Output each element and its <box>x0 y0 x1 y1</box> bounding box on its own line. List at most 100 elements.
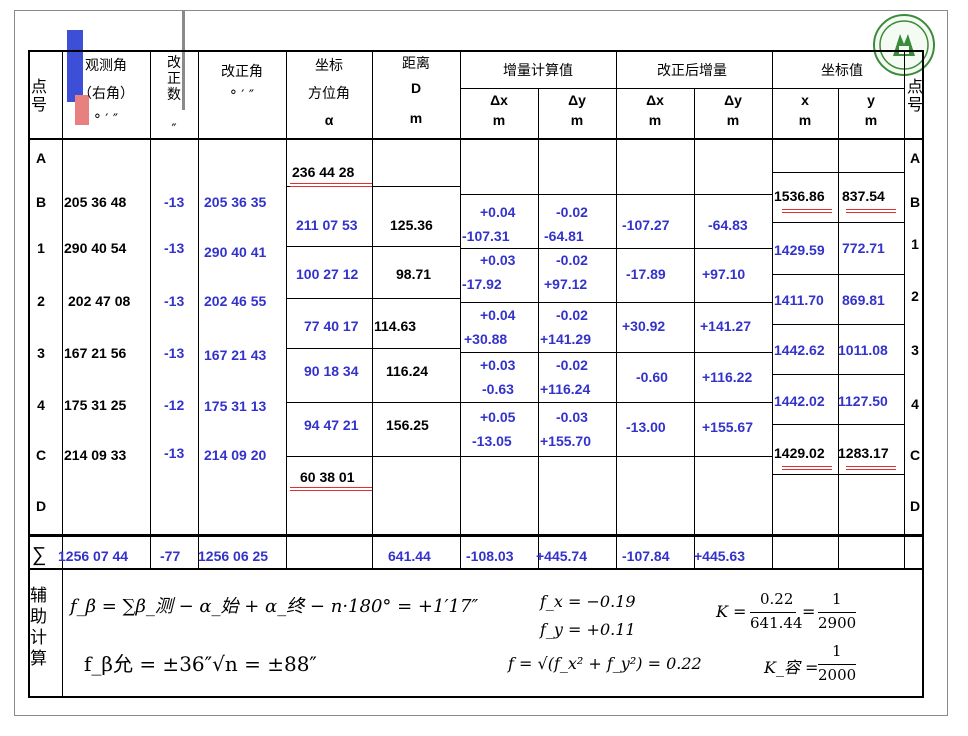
coord-x-value: 1442.62 <box>774 342 825 358</box>
total-corrected-angle: 1256 06 25 <box>198 548 269 564</box>
point-label: 1 <box>37 240 45 256</box>
total-dx: -108.03 <box>466 548 514 564</box>
correction-value: -13 <box>164 445 185 461</box>
k-numerator-2: 1 <box>832 590 842 608</box>
grid-line <box>286 348 460 349</box>
obs-angle-value: 214 09 33 <box>64 447 127 463</box>
total-correction: -77 <box>160 548 181 564</box>
grid-line <box>286 246 460 247</box>
inc-dy-value: +116.24 <box>540 381 591 397</box>
inc-dx-value: -17.92 <box>462 276 502 292</box>
header-coord-x: x <box>801 92 809 108</box>
aux-calc-label: 辅助计算 <box>30 586 47 669</box>
fraction-bar <box>818 612 856 613</box>
inc-dy-value: +141.29 <box>540 331 591 347</box>
distance-value: 98.71 <box>396 266 432 282</box>
distance-value: 125.36 <box>390 217 433 233</box>
azimuth-value: 60 38 01 <box>300 469 355 485</box>
grid-line <box>772 324 904 325</box>
corr-dx-value: +30.92 <box>622 318 666 334</box>
inc-dx-correction: +0.03 <box>480 252 516 268</box>
inc-dy-correction: -0.02 <box>556 307 588 323</box>
point-label: D <box>35 498 47 514</box>
double-underline <box>846 212 896 213</box>
grid-line <box>460 456 772 457</box>
grid-line <box>838 88 839 568</box>
point-label: 2 <box>911 288 919 304</box>
grid-line <box>28 696 924 698</box>
fraction-bar <box>750 612 796 613</box>
inc-dy-value: -64.81 <box>544 228 584 244</box>
corr-dy-value: +141.27 <box>700 318 751 334</box>
azimuth-value: 94 47 21 <box>304 417 359 433</box>
header-obs-angle-sub: （右角） <box>78 86 134 102</box>
coord-y-value: 772.71 <box>842 240 885 256</box>
corr-dy-value: +116.22 <box>702 369 753 385</box>
corr-dx-value: -13.00 <box>626 419 666 435</box>
point-label: A <box>35 150 47 166</box>
coord-x-value: 1411.70 <box>774 292 824 308</box>
header-unit-m: m <box>648 112 662 128</box>
inc-dx-correction: +0.03 <box>480 357 516 373</box>
grid-line <box>460 248 772 249</box>
header-inc-dy: Δy <box>568 92 586 108</box>
double-underline <box>846 469 896 470</box>
corr-dx-value: -0.60 <box>636 369 668 385</box>
decor-vertical-line <box>182 10 185 110</box>
header-corrected-angle: 改正角 <box>221 64 263 80</box>
total-obs-angle: 1256 07 44 <box>58 548 129 564</box>
header-inc-dx: Δx <box>490 92 508 108</box>
fy-formula: f_y = +0.11 <box>540 620 636 639</box>
corrected-angle-value: 214 09 20 <box>204 447 267 463</box>
grid-line <box>62 568 63 696</box>
grid-line <box>198 50 199 568</box>
grid-line <box>372 50 373 568</box>
azimuth-value: 100 27 12 <box>296 266 359 282</box>
fraction-bar <box>818 664 856 665</box>
inc-dx-value: -13.05 <box>472 433 512 449</box>
header-coord-y: y <box>867 92 875 108</box>
header-azimuth: 坐标 <box>315 58 343 74</box>
point-label: B <box>35 194 47 210</box>
inc-dx-value: -107.31 <box>462 228 510 244</box>
grid-line <box>904 50 905 568</box>
grid-line <box>922 50 924 696</box>
k-allow-numerator: 1 <box>832 642 842 660</box>
double-underline <box>782 209 832 210</box>
point-label: B <box>909 194 921 210</box>
equals-sign: = <box>802 602 816 621</box>
header-point: 点号 <box>30 77 47 114</box>
grid-line <box>694 88 695 568</box>
grid-line <box>460 352 772 353</box>
grid-line <box>460 88 904 89</box>
grid-line <box>538 88 539 568</box>
inc-dy-correction: -0.03 <box>556 409 588 425</box>
azimuth-value: 236 44 28 <box>292 164 355 180</box>
double-underline <box>290 183 372 184</box>
coord-y-value: 837.54 <box>842 188 885 204</box>
corr-dy-value: +155.67 <box>702 419 753 435</box>
coord-y-value: 869.81 <box>842 292 885 308</box>
distance-value: 116.24 <box>386 363 429 379</box>
grid-line <box>460 402 772 403</box>
grid-line <box>28 50 924 52</box>
corrected-angle-value: 167 21 43 <box>204 347 267 363</box>
obs-angle-value: 175 31 25 <box>64 397 127 413</box>
inc-dy-correction: -0.02 <box>556 357 588 373</box>
point-label: 2 <box>37 293 45 309</box>
k-denominator-2: 2900 <box>818 614 857 632</box>
header-azimuth-symbol: α <box>324 112 334 128</box>
header-corr-dx: Δx <box>646 92 664 108</box>
grid-line <box>286 402 460 403</box>
point-label: 3 <box>911 342 919 358</box>
corrected-angle-value: 202 46 55 <box>204 293 267 309</box>
header-coords: 坐标值 <box>821 63 863 79</box>
coord-x-value: 1536.86 <box>774 188 825 204</box>
inc-dy-correction: -0.02 <box>556 252 588 268</box>
double-underline <box>846 209 896 210</box>
inc-dy-value: +155.70 <box>540 433 591 449</box>
grid-line <box>286 456 460 457</box>
corr-dx-value: -107.27 <box>622 217 670 233</box>
k-allow-lhs: K_容 = <box>764 658 819 677</box>
coord-y-value: 1011.08 <box>838 342 888 358</box>
